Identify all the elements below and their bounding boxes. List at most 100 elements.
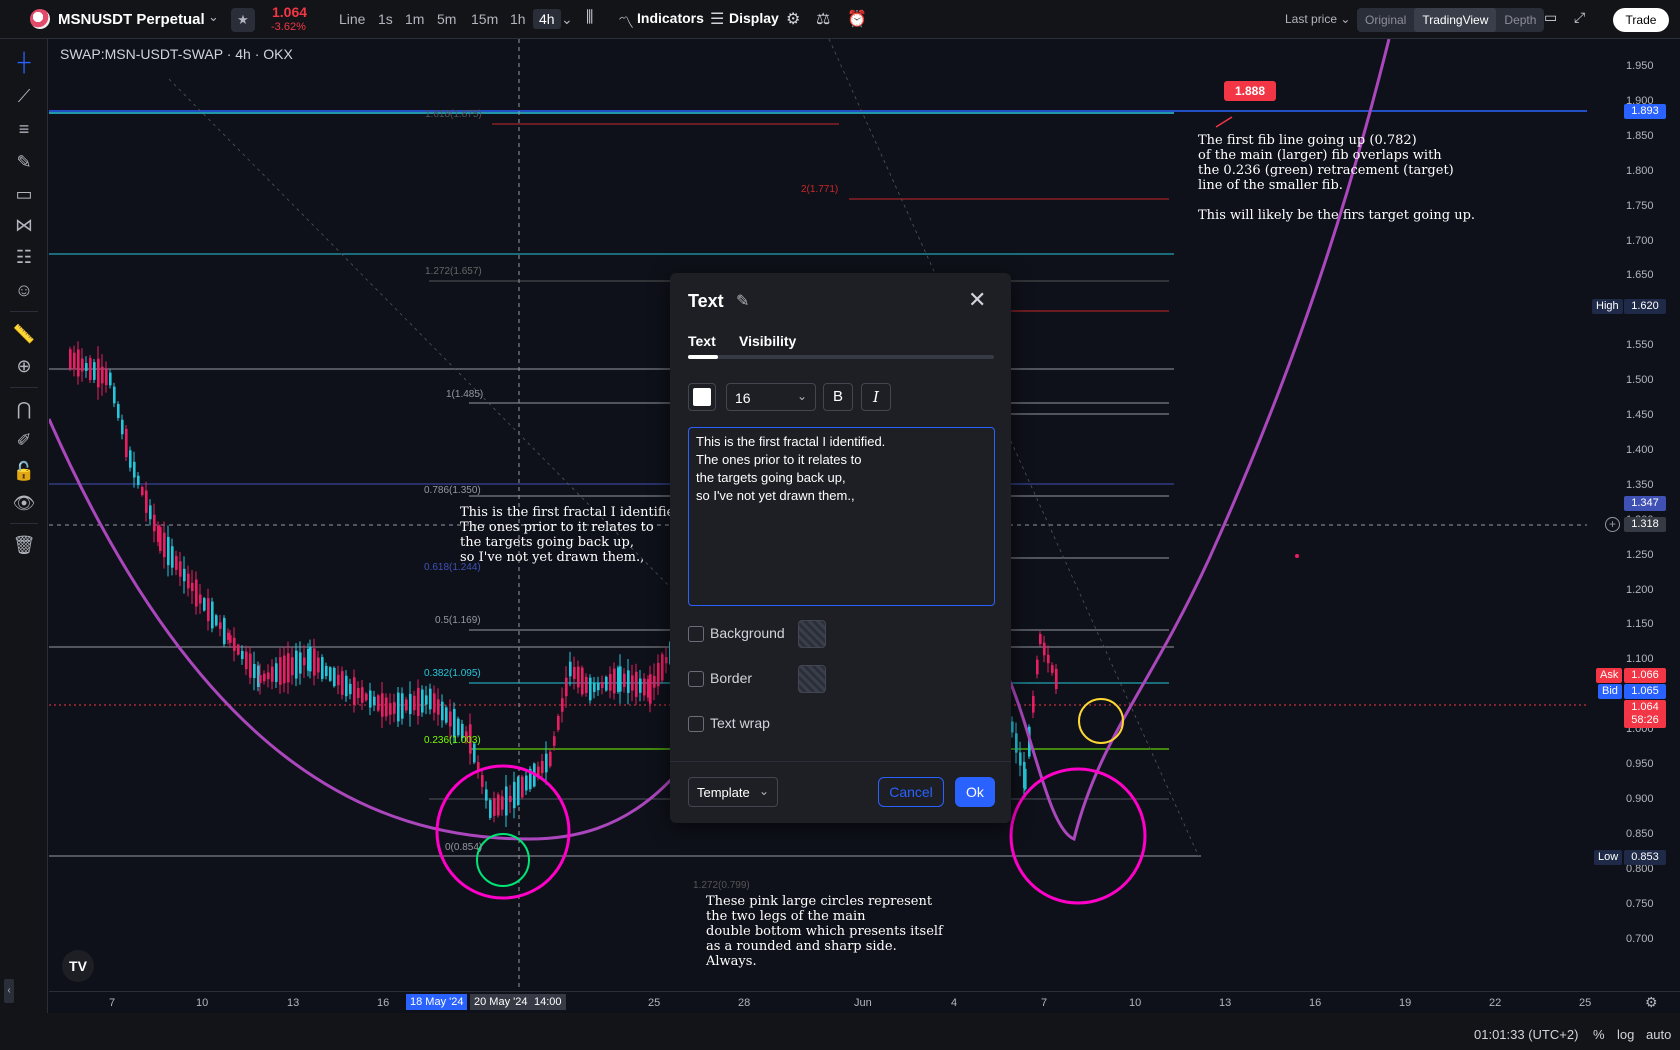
- ruler-icon[interactable]: 📏: [12, 322, 36, 346]
- lock-icon[interactable]: 🔓: [12, 459, 36, 483]
- border-row[interactable]: Border: [688, 670, 753, 688]
- background-row[interactable]: Background: [688, 625, 785, 643]
- stay-drawing-icon[interactable]: ✐: [12, 428, 36, 452]
- candle-body: [385, 697, 388, 717]
- background-checkbox[interactable]: [688, 626, 704, 643]
- candle-body: [353, 677, 356, 705]
- text-color-swatch[interactable]: [688, 383, 716, 411]
- view-tradingview[interactable]: TradingView: [1414, 8, 1497, 32]
- border-color-swatch[interactable]: [798, 665, 826, 693]
- timeframe-4h[interactable]: 4h: [533, 9, 561, 29]
- time-label-crosshair-time: 14:00: [530, 994, 566, 1010]
- candle-type-icon[interactable]: ⫼: [586, 9, 593, 27]
- last-price-select[interactable]: Last price ⌄: [1285, 12, 1350, 26]
- circles-annotation[interactable]: These pink large circles represent the t…: [706, 894, 943, 969]
- view-depth[interactable]: Depth: [1496, 8, 1544, 32]
- time-label: 13: [287, 997, 300, 1009]
- display-icon[interactable]: ☰: [710, 9, 724, 29]
- tab-visibility[interactable]: Visibility: [739, 333, 796, 349]
- horizontal-lines-icon[interactable]: ≡: [12, 117, 36, 141]
- timeframe-5m[interactable]: 5m: [437, 11, 456, 27]
- settings-gear-icon[interactable]: ⚙: [786, 9, 800, 29]
- candle-body: [433, 693, 436, 713]
- magnet-icon[interactable]: ⋂: [12, 397, 36, 421]
- tab-text[interactable]: Text: [688, 333, 716, 349]
- timeframe-1h[interactable]: 1h: [510, 11, 526, 27]
- symbol-name[interactable]: MSNUSDT Perpetual: [58, 11, 205, 28]
- close-icon[interactable]: ✕: [968, 287, 986, 313]
- price-callout[interactable]: 1.888: [1224, 81, 1276, 101]
- candle-body: [665, 657, 668, 664]
- bold-button[interactable]: B: [823, 383, 853, 411]
- pattern-icon[interactable]: ⋈: [12, 213, 36, 237]
- text-wrap-row[interactable]: Text wrap: [688, 715, 770, 733]
- candle-body: [121, 419, 124, 435]
- trash-icon[interactable]: 🗑: [12, 533, 36, 557]
- timeframe-1s[interactable]: 1s: [378, 11, 393, 27]
- tab-indicator: [688, 355, 718, 359]
- time-label: 16: [1309, 997, 1322, 1009]
- background-color-swatch[interactable]: [798, 620, 826, 648]
- candle-body: [381, 693, 384, 717]
- candle-body: [457, 718, 460, 736]
- percent-toggle[interactable]: %: [1593, 1027, 1605, 1042]
- star-icon[interactable]: ★: [231, 8, 255, 32]
- candle-body: [275, 663, 278, 682]
- trade-button[interactable]: Trade: [1613, 8, 1669, 32]
- scale-icon[interactable]: ⚖: [816, 9, 830, 29]
- border-label: Border: [710, 670, 753, 686]
- ok-button[interactable]: Ok: [955, 777, 995, 807]
- timeframe-chevron-icon[interactable]: ⌄: [561, 11, 573, 28]
- italic-button[interactable]: I: [861, 383, 891, 411]
- candle-body: [397, 692, 400, 722]
- alert-icon[interactable]: ⏰: [847, 9, 867, 29]
- bid-tag: 1.065: [1624, 684, 1666, 699]
- display-button[interactable]: Display: [729, 10, 779, 26]
- candle-body: [623, 673, 626, 687]
- font-size-select[interactable]: 16 ⌄: [726, 383, 816, 411]
- price-axis-label: 1.550: [1626, 339, 1654, 352]
- text-wrap-checkbox[interactable]: [688, 716, 704, 733]
- fib-label: 1(1.485): [446, 389, 484, 400]
- zoom-in-icon[interactable]: ⊕: [12, 354, 36, 378]
- clock[interactable]: 01:01:33 (UTC+2): [1474, 1027, 1578, 1042]
- timeframe-1m[interactable]: 1m: [405, 11, 424, 27]
- candle-body: [409, 693, 412, 715]
- border-checkbox[interactable]: [688, 671, 704, 688]
- emoji-icon[interactable]: ☺: [12, 278, 36, 302]
- candle-body: [1051, 665, 1054, 673]
- window-icon[interactable]: ▭: [1544, 9, 1557, 26]
- add-alert-icon[interactable]: +: [1605, 517, 1620, 532]
- fullscreen-icon[interactable]: ⤢: [1574, 9, 1585, 26]
- timeframe-line[interactable]: Line: [339, 11, 365, 27]
- indicators-button[interactable]: Indicators: [637, 10, 704, 26]
- view-original[interactable]: Original: [1357, 8, 1414, 32]
- cancel-button[interactable]: Cancel: [878, 777, 944, 807]
- candle-body: [445, 707, 448, 723]
- log-toggle[interactable]: log: [1617, 1027, 1634, 1042]
- collapse-chevron-icon[interactable]: ‹: [4, 979, 14, 1003]
- template-select[interactable]: Template ⌄: [688, 777, 778, 807]
- candle-body: [171, 546, 174, 568]
- fib-icon[interactable]: ☷: [12, 245, 36, 269]
- candle-body: [589, 677, 592, 701]
- fractal-annotation[interactable]: This is the first fractal I identified. …: [460, 505, 687, 565]
- indicators-icon[interactable]: 〽: [618, 9, 634, 33]
- candle-body: [405, 699, 408, 711]
- chevron-down-icon[interactable]: ⌄: [208, 9, 219, 25]
- timeframe-15m[interactable]: 15m: [471, 11, 498, 27]
- text-note-icon[interactable]: ▭: [12, 182, 36, 206]
- crosshair-icon[interactable]: ┼: [12, 50, 36, 74]
- brush-icon[interactable]: ✎: [12, 150, 36, 174]
- auto-toggle[interactable]: auto: [1646, 1027, 1671, 1042]
- candle-body: [509, 795, 512, 803]
- text-input[interactable]: This is the first fractal I identified. …: [688, 427, 995, 606]
- settings-gear-icon[interactable]: ⚙: [1645, 994, 1658, 1011]
- pencil-icon[interactable]: ✎: [736, 291, 749, 311]
- level-tag: 1.347: [1624, 496, 1666, 511]
- candle-body: [361, 687, 364, 703]
- trend-line-icon[interactable]: ⟋: [12, 84, 36, 108]
- tradingview-logo[interactable]: TV: [62, 950, 94, 982]
- fib-annotation[interactable]: The first fib line going up (0.782) of t…: [1198, 133, 1475, 223]
- eye-icon[interactable]: 👁: [12, 491, 36, 515]
